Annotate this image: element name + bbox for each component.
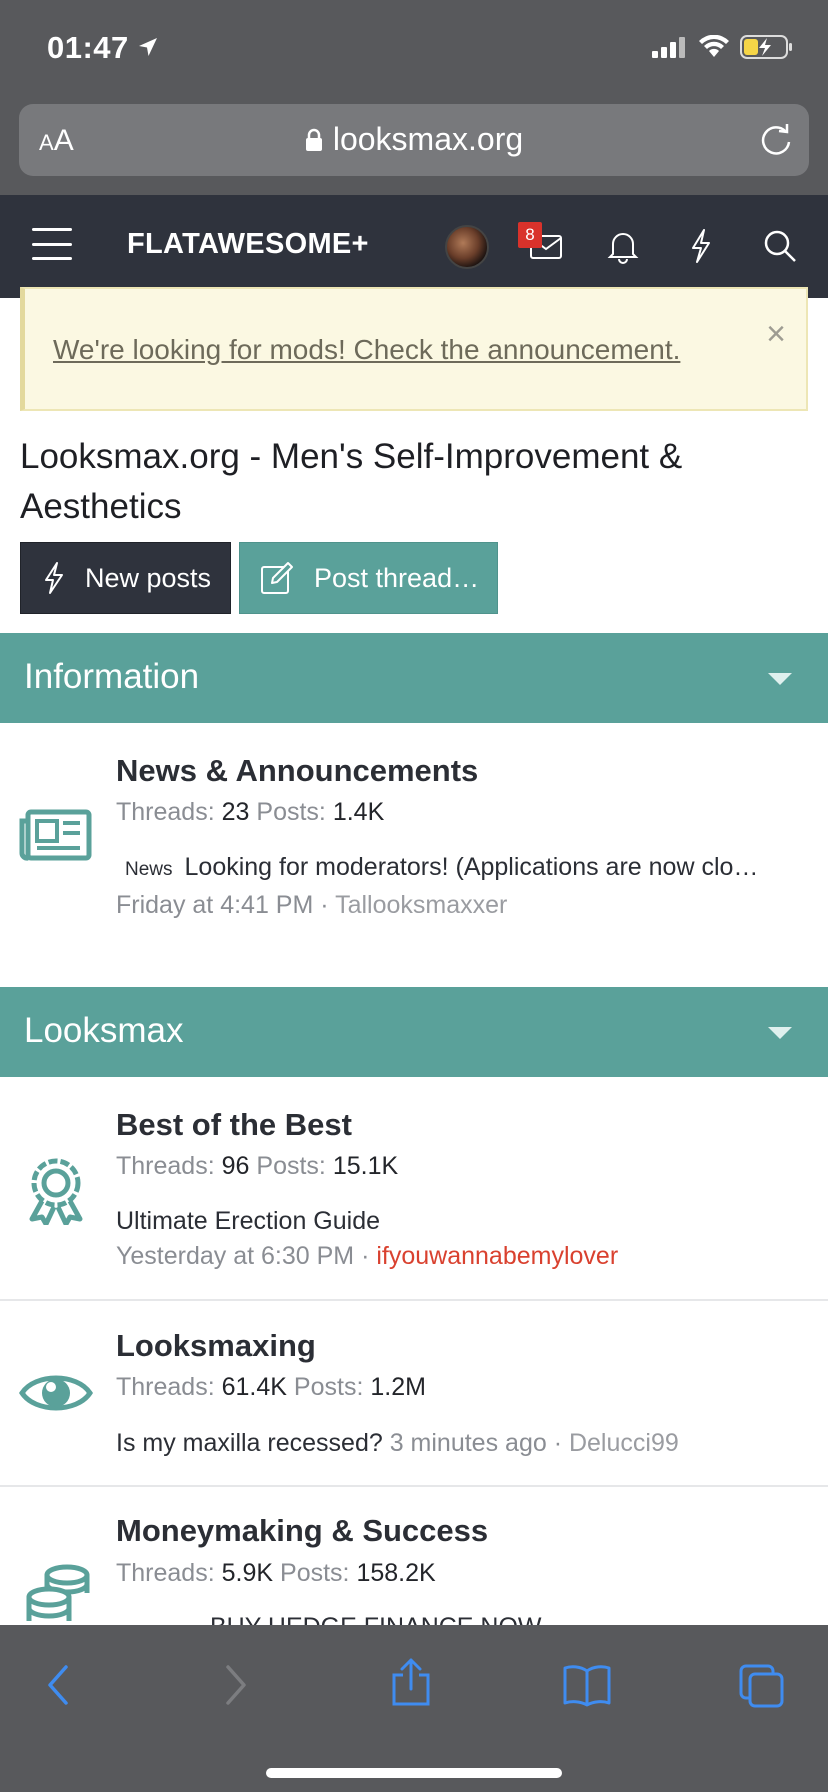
close-icon[interactable]: × [766,317,786,351]
section-header-information[interactable]: Information [0,633,828,723]
new-posts-label: New posts [85,562,212,593]
tabs-icon[interactable] [738,1663,786,1709]
latest-user-link[interactable]: ifyouwannabemylover [376,1242,618,1270]
notice-banner: We're looking for mods! Check the announ… [20,287,808,411]
inbox-badge: 8 [518,222,542,248]
bell-icon[interactable] [603,226,643,266]
forward-icon[interactable] [222,1663,250,1707]
latest-thread-link[interactable]: Ultimate Erection Guide [116,1207,380,1236]
section-title: Information [24,657,200,696]
forum-node-news-announcements[interactable]: News & Announcements Threads: 23 Posts: … [0,723,828,923]
edit-icon [261,562,293,594]
home-indicator [266,1768,562,1778]
ios-status-and-url-area: 01:47 AA looksmax.org [0,0,828,195]
latest-user-link[interactable]: Tallooksmaxxer [335,891,507,919]
latest-meta: Yesterday at 6:30 PM · ifyouwannabemylov… [116,1242,619,1270]
forum-stats: Threads: 23 Posts: 1.4K [116,798,385,826]
status-time: 01:47 [47,30,129,65]
forum-title[interactable]: Looksmaxing [116,1328,316,1364]
forum-title[interactable]: Best of the Best [116,1107,352,1143]
post-thread-button[interactable]: Post thread… [239,542,498,614]
share-icon[interactable] [390,1657,432,1707]
forum-stats: Threads: 61.4K Posts: 1.2M [116,1373,426,1401]
section-header-looksmax[interactable]: Looksmax [0,987,828,1077]
latest-thread-link[interactable]: News Looking for moderators! (Application… [116,853,758,882]
forum-stats: Threads: 5.9K Posts: 158.2K [116,1559,436,1587]
forum-title[interactable]: News & Announcements [116,753,478,789]
notice-link[interactable]: We're looking for mods! Check the announ… [53,334,680,366]
latest-time: 3 minutes ago [389,1429,547,1457]
search-icon[interactable] [760,226,800,266]
thread-prefix-badge: News [125,859,173,880]
section-title: Looksmax [24,1011,184,1050]
latest-time: Friday at 4:41 PM [116,891,314,919]
wifi-icon [699,35,729,57]
newspaper-icon [19,809,92,861]
lock-icon [305,128,322,151]
forum-node-moneymaking-success[interactable]: Moneymaking & Success Threads: 5.9K Post… [0,1487,828,1627]
menu-icon[interactable] [32,228,72,260]
lightning-icon[interactable] [681,226,721,266]
collapse-caret-icon[interactable] [768,673,792,685]
collapse-caret-icon[interactable] [768,1027,792,1039]
bookmarks-icon[interactable] [562,1663,612,1707]
battery-charging-icon [740,35,792,59]
award-ribbon-icon [29,1158,83,1225]
latest-meta: Friday at 4:41 PM · Tallooksmaxxer [116,891,508,919]
safari-toolbar [0,1625,828,1792]
cellular-signal-icon [652,37,685,58]
status-indicators [652,34,794,60]
eye-icon [19,1375,93,1411]
forum-stats: Threads: 96 Posts: 15.1K [116,1152,399,1180]
url-bar[interactable]: AA looksmax.org [19,104,809,176]
coins-stack-icon [26,1564,90,1621]
forum-node-looksmaxing[interactable]: Looksmaxing Threads: 61.4K Posts: 1.2M I… [0,1301,828,1485]
latest-time: Yesterday at 6:30 PM [116,1242,355,1270]
new-posts-button[interactable]: New posts [20,542,231,614]
post-thread-label: Post thread… [314,562,480,593]
reload-icon[interactable] [759,122,793,158]
lightning-icon [45,562,63,594]
location-arrow-icon [139,38,157,56]
forum-node-best-of-the-best[interactable]: Best of the Best Threads: 96 Posts: 15.1… [0,1077,828,1299]
latest-user-link[interactable]: Delucci99 [569,1429,679,1457]
url-text: looksmax.org [332,121,524,157]
latest-thread-link[interactable]: Is my maxilla recessed? [116,1429,383,1457]
latest-thread-row: Is my maxilla recessed? 3 minutes ago · … [116,1429,679,1457]
site-header: FLATAWESOME+ 8 [0,195,828,298]
forum-title[interactable]: Moneymaking & Success [116,1513,488,1549]
site-brand[interactable]: FLATAWESOME+ [127,228,369,261]
page-title: Looksmax.org - Men's Self-Improvement & … [20,437,683,526]
back-icon[interactable] [44,1663,72,1707]
avatar[interactable] [445,225,489,269]
